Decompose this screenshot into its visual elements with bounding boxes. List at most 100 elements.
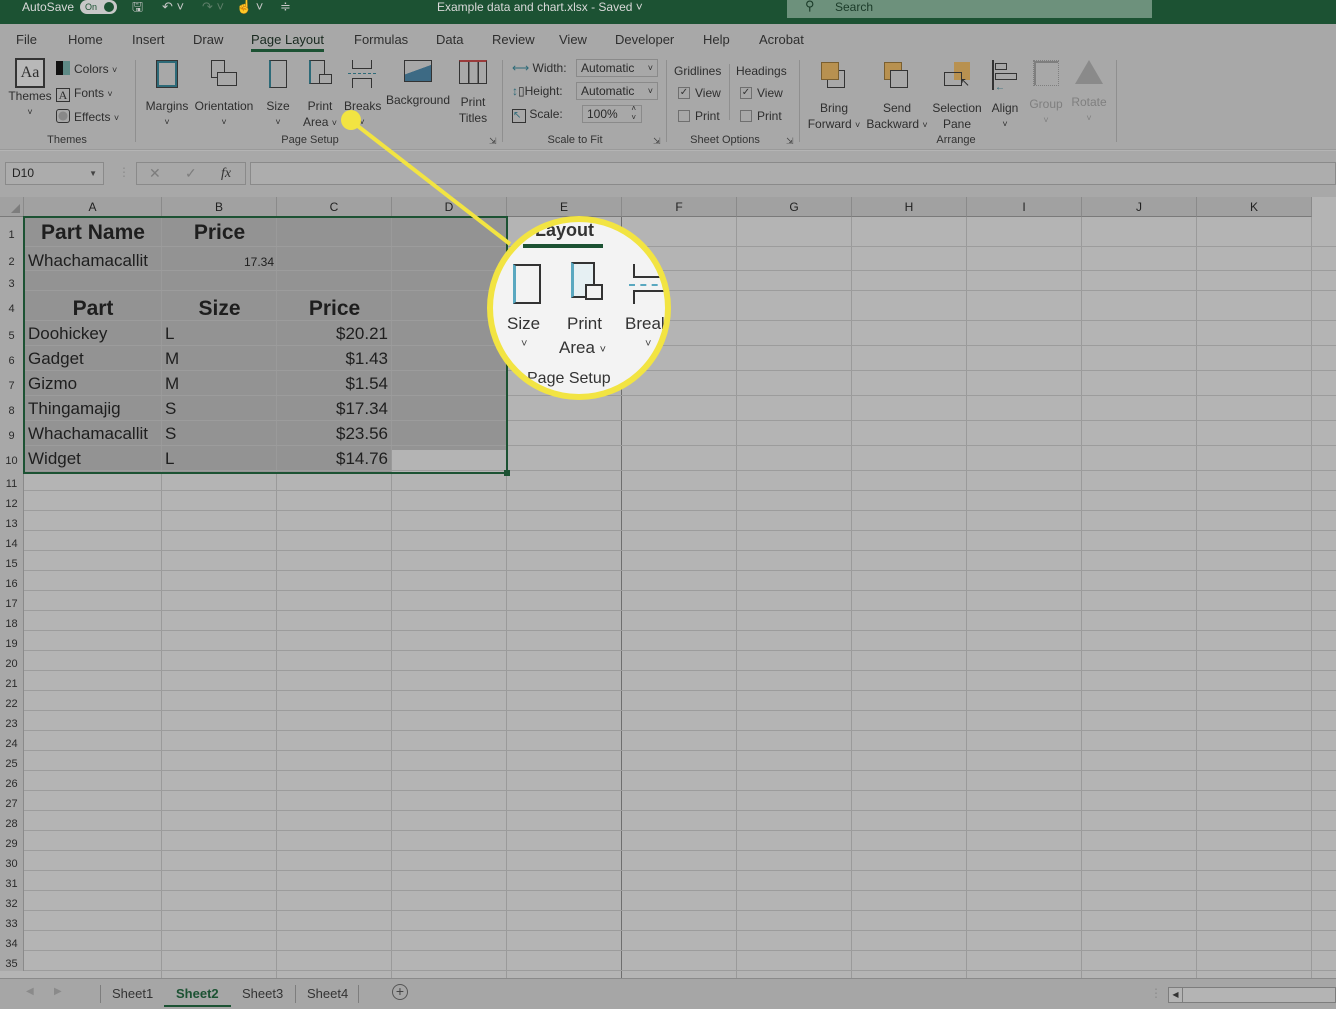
tab-page-layout[interactable]: Page Layout [251,32,325,52]
row-header-7[interactable]: 7 [0,371,24,396]
sheet-tab-sheet4[interactable]: Sheet4 [307,986,348,1001]
gridlines-view-checkbox[interactable]: ✓ [678,87,690,99]
save-icon[interactable]: 🖫 [132,0,143,14]
split-handle[interactable]: ⋮ [1150,986,1162,1000]
row-header-13[interactable]: 13 [0,511,24,531]
sheet-options-dialog-launcher[interactable]: ⇲ [786,136,794,147]
cancel-icon[interactable]: ✕ [149,163,161,184]
row-header-6[interactable]: 6 [0,346,24,371]
row-header-8[interactable]: 8 [0,396,24,421]
row-header-11[interactable]: 11 [0,471,24,491]
row-header-21[interactable]: 21 [0,671,24,691]
align-button[interactable]: ← Align ˅ [988,60,1022,132]
orientation-button[interactable]: Orientation ˅ [193,60,255,130]
colors-button[interactable]: Colors ˅ [56,61,117,78]
row-header-16[interactable]: 16 [0,571,24,591]
enter-icon[interactable]: ✓ [185,163,197,184]
tab-insert[interactable]: Insert [132,32,165,47]
autosave-toggle[interactable]: On [80,0,117,14]
row-header-26[interactable]: 26 [0,771,24,791]
row-header-35[interactable]: 35 [0,951,24,971]
row-header-29[interactable]: 29 [0,831,24,851]
tab-view[interactable]: View [559,32,587,47]
row-header-24[interactable]: 24 [0,731,24,751]
row-header-28[interactable]: 28 [0,811,24,831]
column-header-c[interactable]: C [277,197,392,217]
tab-file[interactable]: File [16,32,37,47]
row-header-31[interactable]: 31 [0,871,24,891]
tab-data[interactable]: Data [436,32,463,47]
row-header-33[interactable]: 33 [0,911,24,931]
row-header-4[interactable]: 4 [0,291,24,321]
breaks-button[interactable]: Breaks ˅ [344,60,381,130]
column-header-k[interactable]: K [1197,197,1312,217]
name-box[interactable]: D10 ▼ [5,162,104,185]
row-header-19[interactable]: 19 [0,631,24,651]
scroll-sheets-left-icon[interactable]: ◀ [26,986,34,997]
fonts-button[interactable]: A Fonts ˅ [56,85,113,102]
insert-function-icon[interactable]: fx [221,163,231,184]
print-titles-button[interactable]: Print Titles [455,60,491,126]
tab-developer[interactable]: Developer [615,32,674,47]
print-area-button[interactable]: Print Area ˅ [302,60,338,131]
tab-help[interactable]: Help [703,32,730,47]
effects-button[interactable]: Effects ˅ [56,109,119,126]
send-backward-button[interactable]: Send Backward ˅ [866,60,928,133]
column-header-h[interactable]: H [852,197,967,217]
fill-handle[interactable] [504,470,510,476]
scroll-left-icon[interactable]: ◀ [1169,988,1183,1002]
column-header-i[interactable]: I [967,197,1082,217]
selection-pane-button[interactable]: ↖ Selection Pane [930,60,984,132]
formula-input[interactable] [250,162,1336,185]
column-header-d[interactable]: D [392,197,507,217]
scale-spinner[interactable]: 100% ˄ ˅ [582,104,642,123]
column-header-e[interactable]: E [507,197,622,217]
width-select[interactable]: Automatic ˅ [576,59,658,77]
tab-review[interactable]: Review [492,32,535,47]
column-header-j[interactable]: J [1082,197,1197,217]
row-header-17[interactable]: 17 [0,591,24,611]
sheet-tab-sheet3[interactable]: Sheet3 [242,986,283,1001]
margins-button[interactable]: Margins ˅ [144,60,190,130]
column-header-f[interactable]: F [622,197,737,217]
page-setup-dialog-launcher[interactable]: ⇲ [489,136,497,147]
background-button[interactable]: Background [385,60,451,108]
tab-draw[interactable]: Draw [193,32,223,47]
row-header-12[interactable]: 12 [0,491,24,511]
row-header-2[interactable]: 2 [0,247,24,271]
row-header-32[interactable]: 32 [0,891,24,911]
horizontal-scrollbar[interactable]: ◀ [1168,987,1336,1003]
column-header-a[interactable]: A [24,197,162,217]
scale-to-fit-dialog-launcher[interactable]: ⇲ [653,136,661,147]
row-header-20[interactable]: 20 [0,651,24,671]
select-all-button[interactable] [0,197,24,217]
row-header-18[interactable]: 18 [0,611,24,631]
row-header-25[interactable]: 25 [0,751,24,771]
column-header-g[interactable]: G [737,197,852,217]
rotate-button[interactable]: Rotate ˅ [1070,60,1108,126]
scroll-sheets-right-icon[interactable]: ▶ [54,986,62,997]
undo-icon[interactable]: ↶ ˅ [162,0,184,14]
redo-icon[interactable]: ↷ ˅ [202,0,224,14]
row-header-5[interactable]: 5 [0,321,24,346]
row-header-9[interactable]: 9 [0,421,24,446]
row-header-15[interactable]: 15 [0,551,24,571]
tab-acrobat[interactable]: Acrobat [759,32,804,47]
customize-qat-icon[interactable]: ≑ [280,0,291,14]
search-box[interactable]: ⚲ Search [787,0,1152,18]
headings-view-checkbox[interactable]: ✓ [740,87,752,99]
row-header-34[interactable]: 34 [0,931,24,951]
row-header-14[interactable]: 14 [0,531,24,551]
height-select[interactable]: Automatic ˅ [576,82,658,100]
row-header-27[interactable]: 27 [0,791,24,811]
bring-forward-button[interactable]: Bring Forward ˅ [806,60,862,133]
touch-mode-icon[interactable]: ☝ ˅ [236,0,263,14]
gridlines-print-checkbox[interactable] [678,110,690,122]
row-header-10[interactable]: 10 [0,446,24,471]
headings-print-checkbox[interactable] [740,110,752,122]
sheet-tab-sheet2[interactable]: Sheet2 [164,986,231,1007]
tab-home[interactable]: Home [68,32,103,47]
document-title[interactable]: Example data and chart.xlsx - Saved ˅ [437,0,643,14]
column-header-b[interactable]: B [162,197,277,217]
add-sheet-button[interactable]: + [392,984,408,1000]
